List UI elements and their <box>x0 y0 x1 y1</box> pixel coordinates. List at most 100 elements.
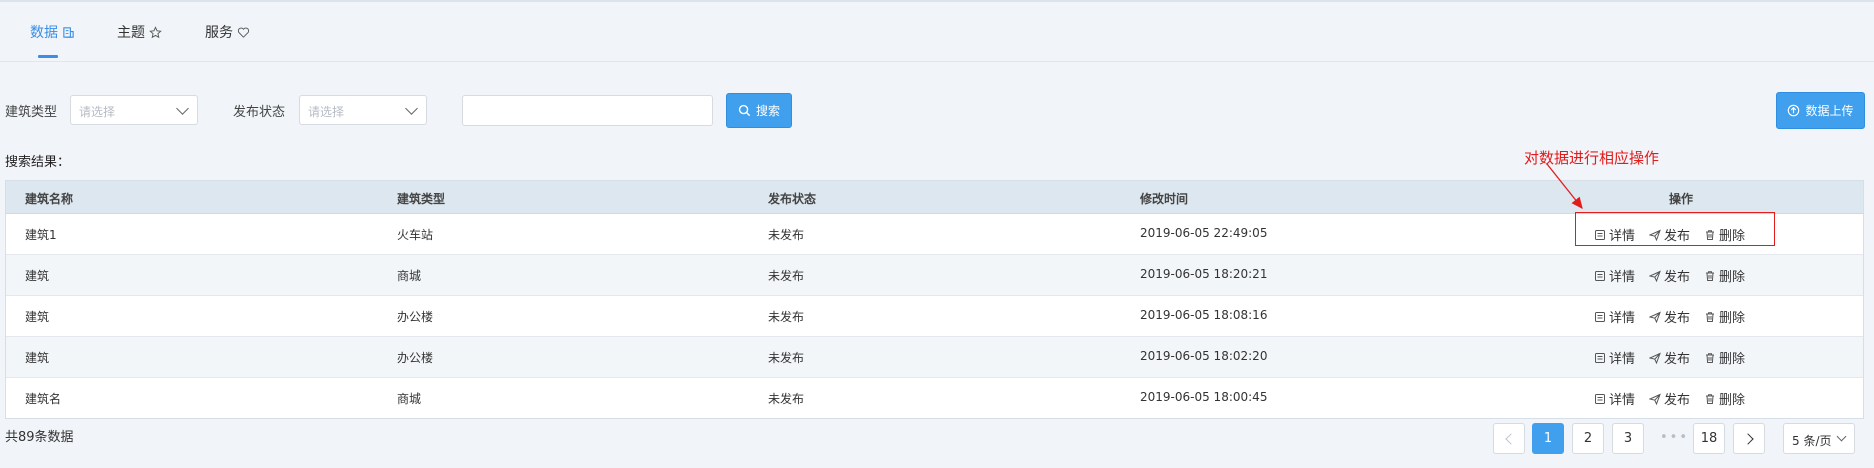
column-header-time: 修改时间 <box>1140 192 1189 206</box>
cell-name: 建筑1 <box>25 228 57 242</box>
publish-label: 发布 <box>1664 352 1691 367</box>
cell-time: 2019-06-05 22:49:05 <box>1140 226 1268 240</box>
publish-status-select[interactable]: 请选择 <box>299 95 427 125</box>
publish-button[interactable]: 发布 <box>1649 307 1690 326</box>
publish-button[interactable]: 发布 <box>1649 389 1690 408</box>
publish-label: 发布 <box>1664 311 1691 326</box>
column-header-actions: 操作 <box>1669 192 1694 206</box>
cell-name: 建筑 <box>25 351 50 365</box>
detail-icon <box>1594 352 1606 364</box>
total-count: 共89条数据 <box>5 430 74 445</box>
cell-status: 未发布 <box>768 351 805 365</box>
cell-type: 办公楼 <box>397 310 434 324</box>
row-actions: 详情 发布 删除 <box>1594 348 1745 367</box>
annotation-highlight-box <box>1575 212 1775 246</box>
upload-circle-icon <box>1788 104 1800 117</box>
page-size-select[interactable]: 5 条/页 <box>1783 423 1855 454</box>
page-2-button[interactable]: 2 <box>1572 423 1604 454</box>
table-row: 建筑 办公楼 未发布 2019-06-05 18:02:20 详情 发布 删除 <box>6 337 1863 378</box>
detail-label: 详情 <box>1609 311 1636 326</box>
trash-icon <box>1704 311 1716 323</box>
cell-type: 火车站 <box>397 228 434 242</box>
cell-name: 建筑名 <box>25 392 62 406</box>
delete-button[interactable]: 删除 <box>1704 266 1745 285</box>
tab-data[interactable]: 数据 <box>30 22 75 42</box>
cell-type: 办公楼 <box>397 351 434 365</box>
tab-service[interactable]: 服务 <box>205 22 250 42</box>
detail-button[interactable]: 详情 <box>1594 307 1635 326</box>
cell-status: 未发布 <box>768 310 805 324</box>
delete-label: 删除 <box>1719 311 1746 326</box>
publish-label: 发布 <box>1664 270 1691 285</box>
tab-bar: 数据 主题 服务 <box>0 2 1874 62</box>
cell-time: 2019-06-05 18:08:16 <box>1140 308 1268 322</box>
detail-icon <box>1594 270 1606 282</box>
tab-data-label: 数据 <box>30 25 58 41</box>
chevron-left-icon <box>1504 432 1517 445</box>
publish-status-placeholder: 请选择 <box>308 105 345 119</box>
heart-outline-icon <box>237 27 250 38</box>
page-18-button[interactable]: 18 <box>1693 423 1725 454</box>
search-button-label: 搜索 <box>755 104 780 118</box>
upload-button-label: 数据上传 <box>1805 104 1854 118</box>
delete-button[interactable]: 删除 <box>1704 389 1745 408</box>
pagination-ellipsis[interactable]: ••• <box>1660 430 1689 445</box>
upload-button[interactable]: 数据上传 <box>1776 92 1865 129</box>
detail-button[interactable]: 详情 <box>1594 389 1635 408</box>
search-input[interactable] <box>462 95 713 126</box>
chevron-right-icon <box>1741 432 1754 445</box>
row-actions: 详情 发布 删除 <box>1594 266 1745 285</box>
row-actions: 详情 发布 删除 <box>1594 389 1745 408</box>
cell-time: 2019-06-05 18:20:21 <box>1140 267 1268 281</box>
annotation-text: 对数据进行相应操作 <box>1524 149 1660 167</box>
table-row: 建筑 办公楼 未发布 2019-06-05 18:08:16 详情 发布 删除 <box>6 296 1863 337</box>
detail-label: 详情 <box>1609 352 1636 367</box>
publish-status-label: 发布状态 <box>233 105 286 120</box>
building-type-placeholder: 请选择 <box>79 105 116 119</box>
detail-label: 详情 <box>1609 393 1636 408</box>
detail-button[interactable]: 详情 <box>1594 348 1635 367</box>
delete-button[interactable]: 删除 <box>1704 307 1745 326</box>
cell-type: 商城 <box>397 269 422 283</box>
prev-page-button[interactable] <box>1493 423 1525 454</box>
column-header-type: 建筑类型 <box>397 192 446 206</box>
database-icon <box>63 26 74 38</box>
search-button[interactable]: 搜索 <box>726 93 792 128</box>
trash-icon <box>1704 352 1716 364</box>
detail-button[interactable]: 详情 <box>1594 266 1635 285</box>
publish-button[interactable]: 发布 <box>1649 266 1690 285</box>
delete-button[interactable]: 删除 <box>1704 348 1745 367</box>
active-tab-indicator <box>38 55 58 58</box>
tab-service-label: 服务 <box>205 25 233 41</box>
send-icon <box>1649 352 1661 364</box>
delete-label: 删除 <box>1719 352 1746 367</box>
page-size-label: 5 条/页 <box>1792 434 1832 448</box>
cell-status: 未发布 <box>768 228 805 242</box>
table-row: 建筑 商城 未发布 2019-06-05 18:20:21 详情 发布 删除 <box>6 255 1863 296</box>
cell-status: 未发布 <box>768 392 805 406</box>
publish-button[interactable]: 发布 <box>1649 348 1690 367</box>
next-page-button[interactable] <box>1733 423 1765 454</box>
tab-theme[interactable]: 主题 <box>117 22 162 42</box>
detail-icon <box>1594 393 1606 405</box>
row-actions: 详情 发布 删除 <box>1594 307 1745 326</box>
cell-status: 未发布 <box>768 269 805 283</box>
search-icon <box>738 104 751 117</box>
send-icon <box>1649 311 1661 323</box>
delete-label: 删除 <box>1719 393 1746 408</box>
building-type-select[interactable]: 请选择 <box>70 95 198 125</box>
cell-time: 2019-06-05 18:02:20 <box>1140 349 1268 363</box>
chevron-down-icon <box>1836 431 1847 442</box>
page-1-button[interactable]: 1 <box>1532 423 1564 454</box>
detail-label: 详情 <box>1609 270 1636 285</box>
detail-icon <box>1594 311 1606 323</box>
building-type-label: 建筑类型 <box>5 105 58 120</box>
page-3-button[interactable]: 3 <box>1612 423 1644 454</box>
results-label: 搜索结果： <box>5 155 71 170</box>
delete-label: 删除 <box>1719 270 1746 285</box>
publish-label: 发布 <box>1664 393 1691 408</box>
trash-icon <box>1704 393 1716 405</box>
chevron-down-icon <box>405 102 418 115</box>
tab-theme-label: 主题 <box>117 25 145 41</box>
send-icon <box>1649 393 1661 405</box>
